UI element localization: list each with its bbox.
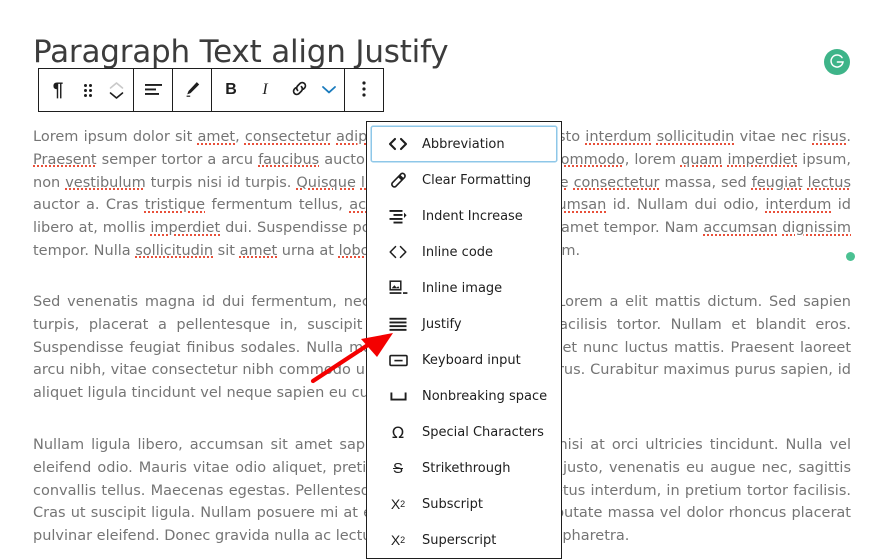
grammarly-badge[interactable] bbox=[824, 49, 850, 75]
strikethrough-icon: S bbox=[392, 459, 403, 477]
inline-image-icon bbox=[386, 280, 410, 296]
spellcheck-word: imperdiet bbox=[150, 220, 221, 237]
pilcrow-icon: ¶ bbox=[52, 79, 64, 101]
menu-item-abbreviation[interactable]: Abbreviation bbox=[371, 126, 557, 162]
menu-item-label: Inline image bbox=[422, 280, 503, 296]
spellcheck-word: Quisque bbox=[296, 174, 356, 191]
toolbar-group-align bbox=[134, 69, 173, 111]
block-mover[interactable] bbox=[101, 69, 131, 111]
toolbar-group-inline-format: B I bbox=[212, 69, 345, 111]
menu-item-label: Superscript bbox=[422, 532, 497, 548]
bold-button[interactable]: B bbox=[214, 69, 248, 111]
superscript-icon: X2 bbox=[390, 532, 406, 548]
menu-item-inline-image[interactable]: Inline image bbox=[371, 270, 557, 306]
spellcheck-word: tristique bbox=[144, 197, 206, 214]
menu-item-superscript[interactable]: X2 Superscript bbox=[371, 522, 557, 558]
menu-item-label: Keyboard input bbox=[422, 352, 521, 368]
menu-item-nonbreaking-space[interactable]: Nonbreaking space bbox=[371, 378, 557, 414]
menu-item-label: Indent Increase bbox=[422, 208, 523, 224]
drag-dots-icon bbox=[84, 83, 92, 97]
chevron-up-icon[interactable] bbox=[109, 80, 124, 90]
spellcheck-word: sollicitudin bbox=[656, 129, 735, 145]
spellcheck-word: interdum bbox=[765, 197, 832, 214]
subscript-icon: X2 bbox=[390, 496, 406, 512]
menu-item-special-characters[interactable]: Ω Special Characters bbox=[371, 414, 557, 450]
menu-item-label: Abbreviation bbox=[422, 136, 505, 152]
grammarly-inline-dot[interactable] bbox=[846, 252, 855, 261]
menu-item-subscript[interactable]: X2 Subscript bbox=[371, 486, 557, 522]
spellcheck-word: feugiat bbox=[751, 174, 803, 191]
toolbar-group-highlight bbox=[173, 69, 212, 111]
menu-item-clear-formatting[interactable]: Clear Formatting bbox=[371, 162, 557, 198]
menu-item-justify[interactable]: Justify bbox=[371, 306, 557, 342]
spellcheck-word: faucibus bbox=[258, 151, 320, 168]
block-toolbar: ¶ B I bbox=[38, 68, 384, 112]
italic-button[interactable]: I bbox=[248, 69, 282, 111]
spellcheck-word: interdum bbox=[585, 129, 652, 145]
spellcheck-word: commodo bbox=[552, 151, 625, 168]
menu-item-inline-code[interactable]: Inline code bbox=[371, 234, 557, 270]
bold-icon: B bbox=[225, 81, 237, 98]
menu-item-label: Subscript bbox=[422, 496, 483, 512]
link-button[interactable] bbox=[282, 69, 316, 111]
toolbar-group-block: ¶ bbox=[39, 69, 134, 111]
eraser-icon bbox=[386, 171, 410, 189]
editor-canvas: Paragraph Text align Justify ¶ B I Lorem… bbox=[0, 0, 885, 560]
menu-item-label: Justify bbox=[422, 316, 462, 332]
menu-item-keyboard-input[interactable]: Keyboard input bbox=[371, 342, 557, 378]
menu-item-indent-increase[interactable]: Indent Increase bbox=[371, 198, 557, 234]
spellcheck-word: vestibulum bbox=[65, 174, 146, 191]
abbreviation-code-icon bbox=[386, 137, 410, 151]
page-title[interactable]: Paragraph Text align Justify bbox=[33, 32, 449, 72]
menu-item-label: Nonbreaking space bbox=[422, 388, 548, 404]
spellcheck-word: consectetur bbox=[573, 174, 660, 191]
spellcheck-word: sollicitudin bbox=[135, 242, 214, 259]
paragraph-block-type-button[interactable]: ¶ bbox=[41, 69, 75, 111]
link-icon bbox=[290, 79, 309, 101]
spellcheck-word: amet bbox=[239, 242, 278, 259]
spellcheck-word: amet bbox=[197, 129, 236, 145]
spellcheck-word: accumsan bbox=[703, 220, 778, 237]
chevron-down-icon bbox=[321, 83, 337, 98]
menu-item-label: Special Characters bbox=[422, 424, 544, 440]
menu-item-label: Strikethrough bbox=[422, 460, 511, 476]
align-left-icon bbox=[144, 82, 163, 99]
chevron-down-icon[interactable] bbox=[109, 90, 124, 100]
spellcheck-word: lectus bbox=[807, 174, 851, 191]
align-text-button[interactable] bbox=[136, 69, 170, 111]
justify-icon bbox=[386, 317, 410, 332]
format-dropdown-menu: Abbreviation Clear Formatting Indent Inc… bbox=[366, 121, 562, 559]
inline-code-icon bbox=[386, 245, 410, 259]
keyboard-icon bbox=[386, 354, 410, 367]
marker-pen-icon bbox=[182, 79, 202, 102]
spellcheck-word: dignissim bbox=[782, 220, 852, 237]
spellcheck-word: consectetur bbox=[244, 129, 331, 145]
kebab-menu-icon bbox=[361, 79, 367, 102]
spellcheck-word: Praesent bbox=[33, 151, 97, 168]
spellcheck-word: quam bbox=[680, 151, 723, 168]
toolbar-group-options bbox=[345, 69, 383, 111]
omega-icon: Ω bbox=[391, 422, 405, 442]
more-rich-text-button[interactable] bbox=[316, 69, 342, 111]
drag-handle-button[interactable] bbox=[75, 69, 101, 111]
menu-item-label: Clear Formatting bbox=[422, 172, 532, 188]
menu-item-label: Inline code bbox=[422, 244, 494, 260]
spellcheck-word: risus bbox=[812, 129, 847, 145]
grammarly-icon bbox=[830, 54, 844, 68]
highlight-button[interactable] bbox=[175, 69, 209, 111]
spellcheck-word: imperdiet bbox=[727, 151, 798, 168]
nonbreaking-space-icon bbox=[386, 390, 410, 403]
block-options-button[interactable] bbox=[347, 69, 381, 111]
menu-item-strikethrough[interactable]: S Strikethrough bbox=[371, 450, 557, 486]
indent-increase-icon bbox=[386, 209, 410, 224]
italic-icon: I bbox=[262, 81, 268, 98]
